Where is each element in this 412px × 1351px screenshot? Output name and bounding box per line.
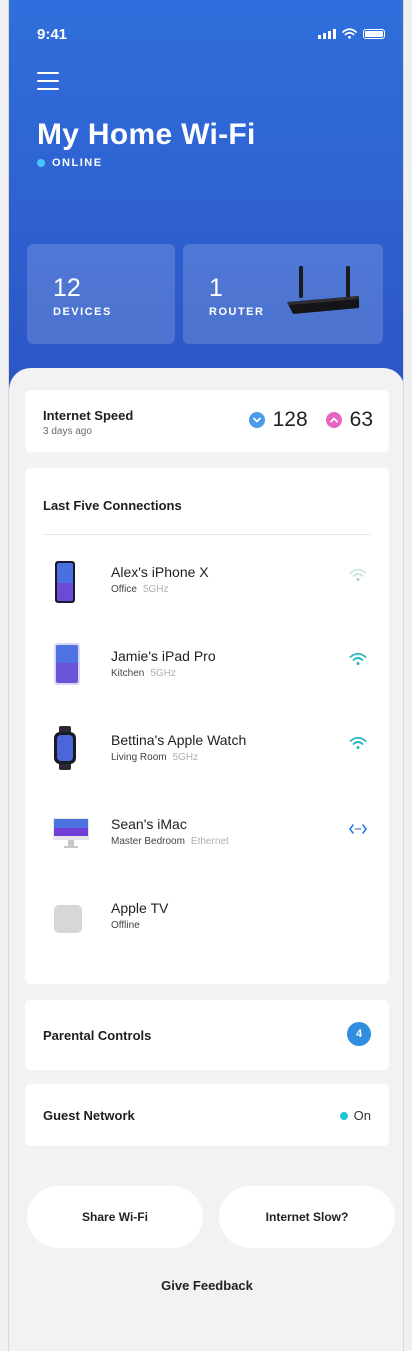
router-count: 1 <box>209 274 223 302</box>
device-meta: Living Room 5GHz <box>111 752 198 763</box>
wifi-icon <box>349 652 367 665</box>
device-band: 5GHz <box>172 752 199 763</box>
guest-network-state: On <box>353 1108 371 1123</box>
device-location: Office <box>111 584 137 595</box>
monitor-icon <box>53 818 89 848</box>
upload-speed: 63 <box>349 408 373 431</box>
device-location: Offline <box>111 920 140 931</box>
app-frame: 9:41 My Home Wi-Fi ONLINE 12 DEVICES 1 R… <box>8 0 404 1351</box>
device-location: Living Room <box>111 752 167 763</box>
device-meta: Offline <box>111 920 146 931</box>
parental-controls-card[interactable]: Parental Controls 4 <box>25 1000 389 1070</box>
connection-row[interactable]: Bettina's Apple Watch Living Room 5GHz <box>25 712 389 792</box>
connection-row[interactable]: Alex's iPhone X Office 5GHz <box>25 544 389 624</box>
online-status-label: ONLINE <box>52 157 103 169</box>
device-meta: Master Bedroom Ethernet <box>111 836 229 847</box>
device-name: Sean's iMac <box>111 816 187 832</box>
device-name: Bettina's Apple Watch <box>111 732 247 748</box>
device-name: Jamie's iPad Pro <box>111 648 216 664</box>
device-meta: Office 5GHz <box>111 584 169 595</box>
cellular-signal-icon <box>318 29 336 39</box>
devices-tile[interactable]: 12 DEVICES <box>27 244 175 344</box>
device-name: Alex's iPhone X <box>111 564 209 580</box>
connection-row[interactable]: Jamie's iPad Pro Kitchen 5GHz <box>25 628 389 708</box>
device-band: 5GHz <box>142 584 169 595</box>
tv-box-icon <box>54 905 82 933</box>
connection-row[interactable]: Sean's iMac Master Bedroom Ethernet <box>25 796 389 876</box>
tablet-icon <box>54 643 80 685</box>
router-label: ROUTER <box>209 306 265 318</box>
last-connections-heading: Last Five Connections <box>43 498 182 513</box>
status-time: 9:41 <box>37 26 68 43</box>
status-dot-icon <box>37 159 45 167</box>
speed-values: 128 63 <box>248 408 373 432</box>
device-location: Kitchen <box>111 668 145 679</box>
internet-speed-label: Internet Speed <box>43 408 134 423</box>
network-title: My Home Wi-Fi <box>37 118 256 151</box>
devices-label: DEVICES <box>53 306 112 318</box>
wifi-icon <box>349 736 367 749</box>
parental-controls-count-badge: 4 <box>347 1022 371 1046</box>
network-header: 9:41 My Home Wi-Fi ONLINE 12 DEVICES 1 R… <box>9 0 403 420</box>
speed-updated-time: 3 days ago <box>43 426 92 437</box>
last-connections-card: Last Five Connections Alex's iPhone X Of… <box>25 468 389 984</box>
router-tile[interactable]: 1 ROUTER <box>183 244 383 344</box>
ethernet-icon <box>349 824 367 834</box>
share-wifi-button[interactable]: Share Wi-Fi <box>27 1186 203 1248</box>
router-icon <box>287 266 359 314</box>
internet-slow-button[interactable]: Internet Slow? <box>219 1186 395 1248</box>
upload-arrow-icon <box>325 412 342 428</box>
divider <box>43 534 371 535</box>
device-name: Apple TV <box>111 900 169 916</box>
device-band: Ethernet <box>190 836 229 847</box>
device-band: 5GHz <box>150 668 176 679</box>
parental-controls-label: Parental Controls <box>43 1028 152 1043</box>
watch-icon <box>54 726 76 770</box>
devices-count: 12 <box>53 274 81 302</box>
status-bar: 9:41 <box>9 0 403 44</box>
wifi-weak-icon <box>349 568 367 581</box>
status-icons <box>318 28 385 39</box>
battery-icon <box>363 29 385 39</box>
device-meta: Kitchen 5GHz <box>111 668 176 679</box>
guest-network-status: On <box>339 1108 371 1123</box>
give-feedback-link[interactable]: Give Feedback <box>9 1278 403 1293</box>
guest-network-label: Guest Network <box>43 1108 135 1123</box>
download-arrow-icon <box>248 412 265 428</box>
menu-icon[interactable] <box>37 72 59 90</box>
download-speed: 128 <box>272 408 308 431</box>
online-status: ONLINE <box>37 157 103 169</box>
wifi-status-icon <box>342 28 357 39</box>
internet-speed-card[interactable]: Internet Speed 3 days ago 128 63 <box>25 390 389 452</box>
content-sheet: Internet Speed 3 days ago 128 63 Last Fi… <box>9 368 403 1351</box>
status-dot-icon <box>339 1111 348 1120</box>
connection-row[interactable]: Apple TV Offline <box>25 880 389 960</box>
guest-network-card[interactable]: Guest Network On <box>25 1084 389 1146</box>
device-location: Master Bedroom <box>111 836 185 847</box>
phone-icon <box>55 561 75 603</box>
